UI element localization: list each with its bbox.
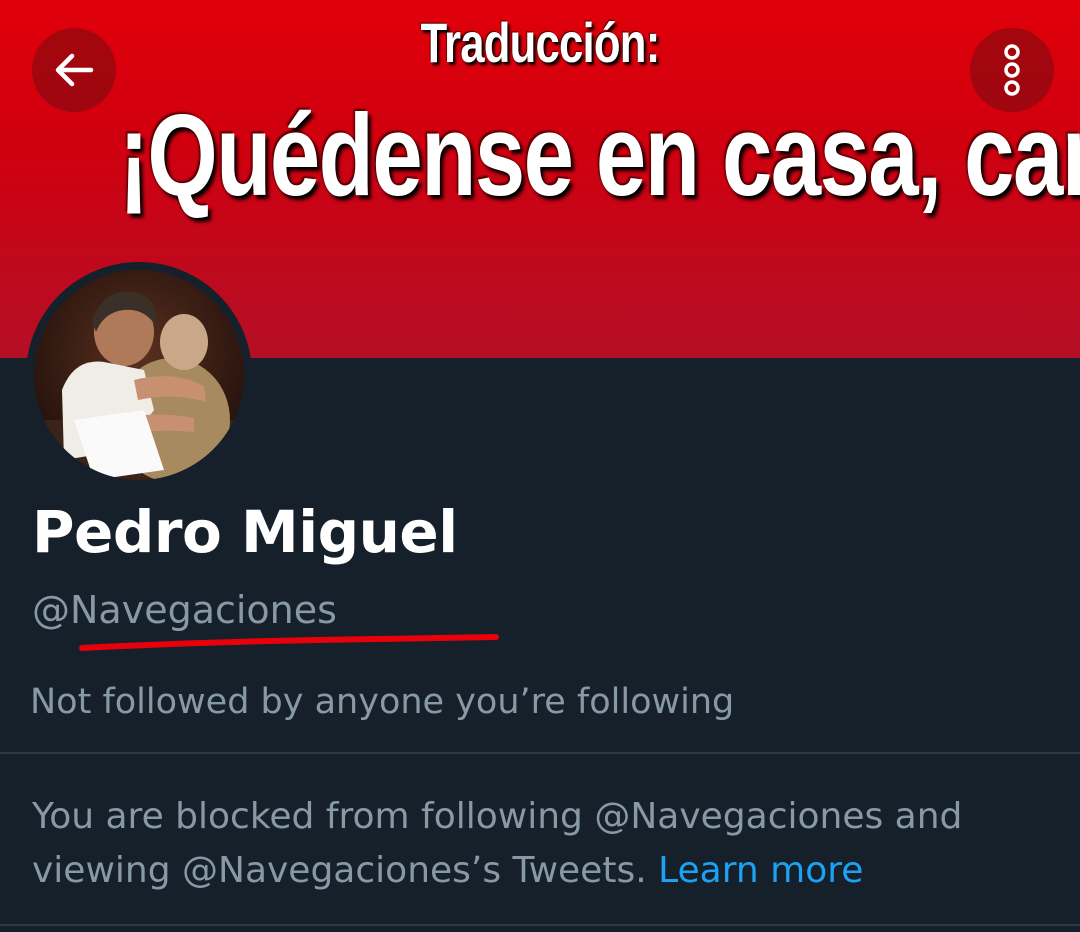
profile-name: Pedro Miguel	[32, 498, 458, 566]
avatar-photo	[34, 270, 244, 480]
followed-by-status: Not followed by anyone you’re following	[30, 682, 735, 722]
arrow-left-icon	[55, 53, 94, 87]
profile-handle: @Navegaciones	[32, 588, 337, 632]
blocked-notice: You are blocked from following @Navegaci…	[32, 790, 1052, 898]
back-button[interactable]	[32, 28, 116, 112]
more-options-button[interactable]	[970, 28, 1054, 112]
avatar[interactable]	[26, 262, 252, 488]
learn-more-link[interactable]: Learn more	[658, 850, 863, 891]
divider	[0, 924, 1080, 926]
divider	[0, 752, 1080, 754]
annotation-underline	[79, 634, 499, 651]
banner-subtitle: Traducción:	[420, 11, 661, 74]
more-vertical-icon	[1004, 44, 1020, 96]
banner-title: ¡Quédense en casa, carajo!	[118, 90, 1080, 220]
